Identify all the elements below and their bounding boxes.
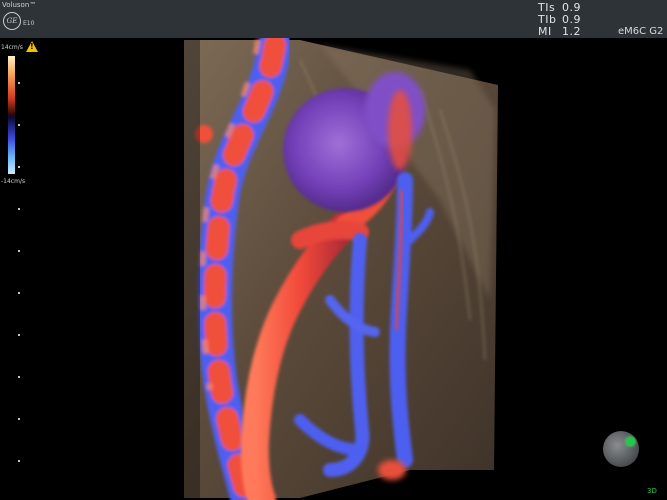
render-mode-label: 3D [647, 487, 657, 495]
colorbar-min-label: -14cm/s [1, 178, 26, 185]
ultrasound-3d-render [184, 28, 498, 500]
depth-tick [18, 250, 20, 252]
orientation-marker-icon [626, 437, 635, 446]
depth-tick [18, 376, 20, 378]
depth-tick [18, 124, 20, 126]
depth-tick [18, 292, 20, 294]
brand-name: Voluson™ [2, 1, 37, 9]
orientation-ball-icon[interactable] [603, 431, 639, 467]
depth-tick [18, 82, 20, 84]
ge-logo-icon: GE [3, 12, 21, 30]
depth-tick [18, 460, 20, 462]
velocity-colorbar [8, 56, 15, 174]
lower-red-spot [378, 460, 406, 480]
imaging-mode: eM6C G2 [618, 26, 664, 37]
probe-label: E10 [23, 20, 35, 27]
volume-shadow [184, 40, 200, 500]
depth-tick [18, 334, 20, 336]
depth-tick [18, 418, 20, 420]
warning-exclamation: ! [30, 42, 34, 51]
depth-tick [18, 208, 20, 210]
top-status-bar: Voluson™ GE E10 TIs 0.9 TIb 0.9 MI 1.2 e… [0, 0, 667, 38]
heart-red-patch [388, 90, 412, 170]
depth-tick [18, 166, 20, 168]
colorbar-max-label: 14cm/s [1, 44, 23, 51]
index-mi: MI 1.2 [538, 25, 581, 38]
